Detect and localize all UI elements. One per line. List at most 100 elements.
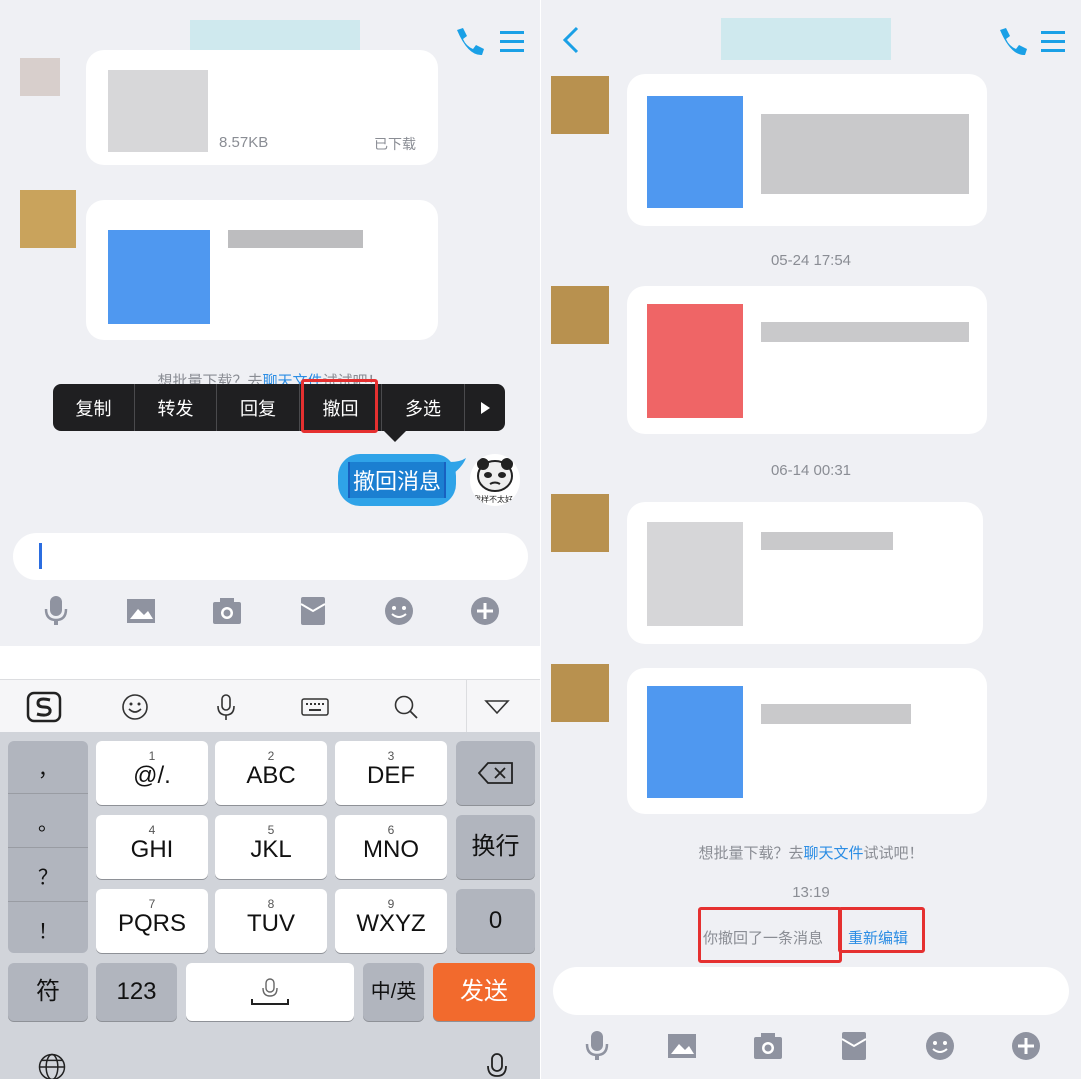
timestamp: 06-14 00:31 — [770, 462, 852, 476]
image-icon[interactable] — [116, 586, 166, 636]
timestamp: 05-24 17:54 — [770, 252, 852, 266]
file-message-bubble[interactable] — [627, 286, 987, 434]
phone-icon[interactable] — [991, 22, 1031, 62]
emoji-icon[interactable] — [374, 586, 424, 636]
language-switch-key[interactable]: 中/英 — [363, 963, 424, 1021]
keyboard-layout-icon[interactable] — [285, 680, 345, 733]
key-comma[interactable]: ， — [8, 741, 88, 794]
keyboard-gap — [0, 646, 540, 679]
message-context-menu: 复制 转发 回复 撤回 多选 — [53, 384, 505, 431]
key-8[interactable]: 8 TUV — [215, 889, 327, 953]
text-cursor — [39, 543, 42, 569]
my-message-bubble[interactable]: 撤回消息 — [338, 454, 456, 506]
blurred-avatar — [20, 58, 60, 96]
numbers-key[interactable]: 123 — [96, 963, 177, 1021]
dictation-mic-icon[interactable] — [485, 1052, 509, 1079]
bubble-tail-icon — [450, 458, 466, 476]
space-key[interactable] — [186, 963, 354, 1021]
input-toolbar — [541, 1021, 1081, 1071]
keyboard-collapse-icon[interactable] — [466, 680, 526, 733]
keyboard-emoji-icon[interactable] — [105, 680, 165, 733]
my-avatar[interactable]: 我样不太好 — [470, 454, 520, 506]
sogou-logo-icon[interactable] — [14, 680, 74, 733]
file-message-bubble[interactable] — [627, 74, 987, 226]
menu-icon[interactable] — [1033, 22, 1073, 62]
message-input[interactable] — [553, 967, 1069, 1015]
blurred-avatar — [20, 190, 76, 248]
key-3[interactable]: 3 DEF — [335, 741, 447, 805]
context-menu-pointer — [383, 430, 407, 442]
space-mic-icon — [251, 978, 289, 1005]
file-message-bubble[interactable] — [86, 200, 438, 340]
blurred-file-name — [761, 322, 969, 342]
blurred-file-name — [761, 704, 911, 724]
menu-reply[interactable]: 回复 — [217, 384, 300, 431]
menu-forward[interactable]: 转发 — [135, 384, 217, 431]
re-edit-highlight-box — [838, 907, 925, 953]
file-status: 已下载 — [374, 136, 416, 152]
key-exclaim[interactable]: ！ — [8, 903, 88, 956]
key-question[interactable]: ？ — [8, 849, 88, 902]
file-size: 8.57KB — [219, 134, 269, 151]
file-thumbnail — [647, 522, 743, 626]
timestamp: 13:19 — [792, 884, 830, 901]
key-9[interactable]: 9 WXYZ — [335, 889, 447, 953]
key-0[interactable]: 0 — [456, 889, 535, 953]
symbols-key[interactable]: 符 — [8, 963, 88, 1021]
image-icon[interactable] — [657, 1021, 707, 1071]
send-key[interactable]: 发送 — [433, 963, 535, 1021]
keyboard-search-icon[interactable] — [376, 680, 436, 733]
blurred-avatar — [551, 664, 609, 722]
chat-files-link[interactable]: 聊天文件 — [803, 845, 863, 862]
camera-icon[interactable] — [743, 1021, 793, 1071]
key-4[interactable]: 4 GHI — [96, 815, 208, 879]
menu-icon[interactable] — [492, 22, 532, 62]
punctuation-column: ， 。 ？ ！ — [8, 741, 88, 953]
blurred-avatar — [551, 286, 609, 344]
file-icon-pixelated — [647, 686, 743, 798]
menu-copy[interactable]: 复制 — [53, 384, 135, 431]
key-1[interactable]: 1 @/. — [96, 741, 208, 805]
plus-icon[interactable] — [460, 586, 510, 636]
file-message-bubble[interactable]: 8.57KB 已下载 — [86, 50, 438, 165]
phone-icon[interactable] — [448, 22, 488, 62]
blurred-file-name — [228, 230, 363, 248]
keyboard-voice-icon[interactable] — [196, 680, 256, 733]
file-icon-pixelated — [647, 96, 743, 208]
menu-multi-select[interactable]: 多选 — [382, 384, 465, 431]
camera-icon[interactable] — [202, 586, 252, 636]
blurred-contact-name — [721, 18, 891, 60]
backspace-key[interactable] — [456, 741, 535, 805]
keyboard-toolbar — [0, 679, 540, 733]
file-icon-pixelated — [108, 230, 210, 324]
batch-download-hint: 想批量下载？去聊天文件试试吧！ — [698, 845, 924, 862]
recall-highlight-box — [301, 379, 378, 433]
message-input[interactable] — [13, 533, 528, 580]
left-chat-screen: 8.57KB 已下载 想批量下载？去聊天文件试试吧！ 复制 转发 回复 撤回 多… — [0, 0, 540, 1079]
file-message-bubble[interactable] — [627, 668, 987, 814]
red-packet-icon[interactable] — [288, 586, 338, 636]
globe-icon[interactable] — [34, 1052, 70, 1079]
top-bar — [541, 0, 1081, 70]
back-chevron-icon[interactable] — [553, 20, 593, 60]
blurred-file-name — [761, 114, 969, 194]
selected-message-text: 撤回消息 — [347, 462, 446, 498]
file-message-bubble[interactable] — [627, 502, 983, 644]
key-6[interactable]: 6 MNO — [335, 815, 447, 879]
file-icon-pixelated — [647, 304, 743, 418]
key-7[interactable]: 7 PQRS — [96, 889, 208, 953]
voice-icon[interactable] — [31, 586, 81, 636]
menu-more-arrow-icon[interactable] — [465, 384, 505, 431]
emoji-icon[interactable] — [915, 1021, 965, 1071]
key-5[interactable]: 5 JKL — [215, 815, 327, 879]
newline-key[interactable]: 换行 — [456, 815, 535, 879]
voice-icon[interactable] — [572, 1021, 622, 1071]
red-packet-icon[interactable] — [829, 1021, 879, 1071]
plus-icon[interactable] — [1001, 1021, 1051, 1071]
key-2[interactable]: 2 ABC — [215, 741, 327, 805]
blurred-file-name — [761, 532, 893, 550]
right-chat-screen: 05-24 17:54 06-14 00:31 想批量下载？去聊天文件试试吧！ … — [541, 0, 1081, 1079]
input-toolbar — [0, 586, 540, 636]
blurred-avatar — [551, 494, 609, 552]
key-period[interactable]: 。 — [8, 795, 88, 848]
